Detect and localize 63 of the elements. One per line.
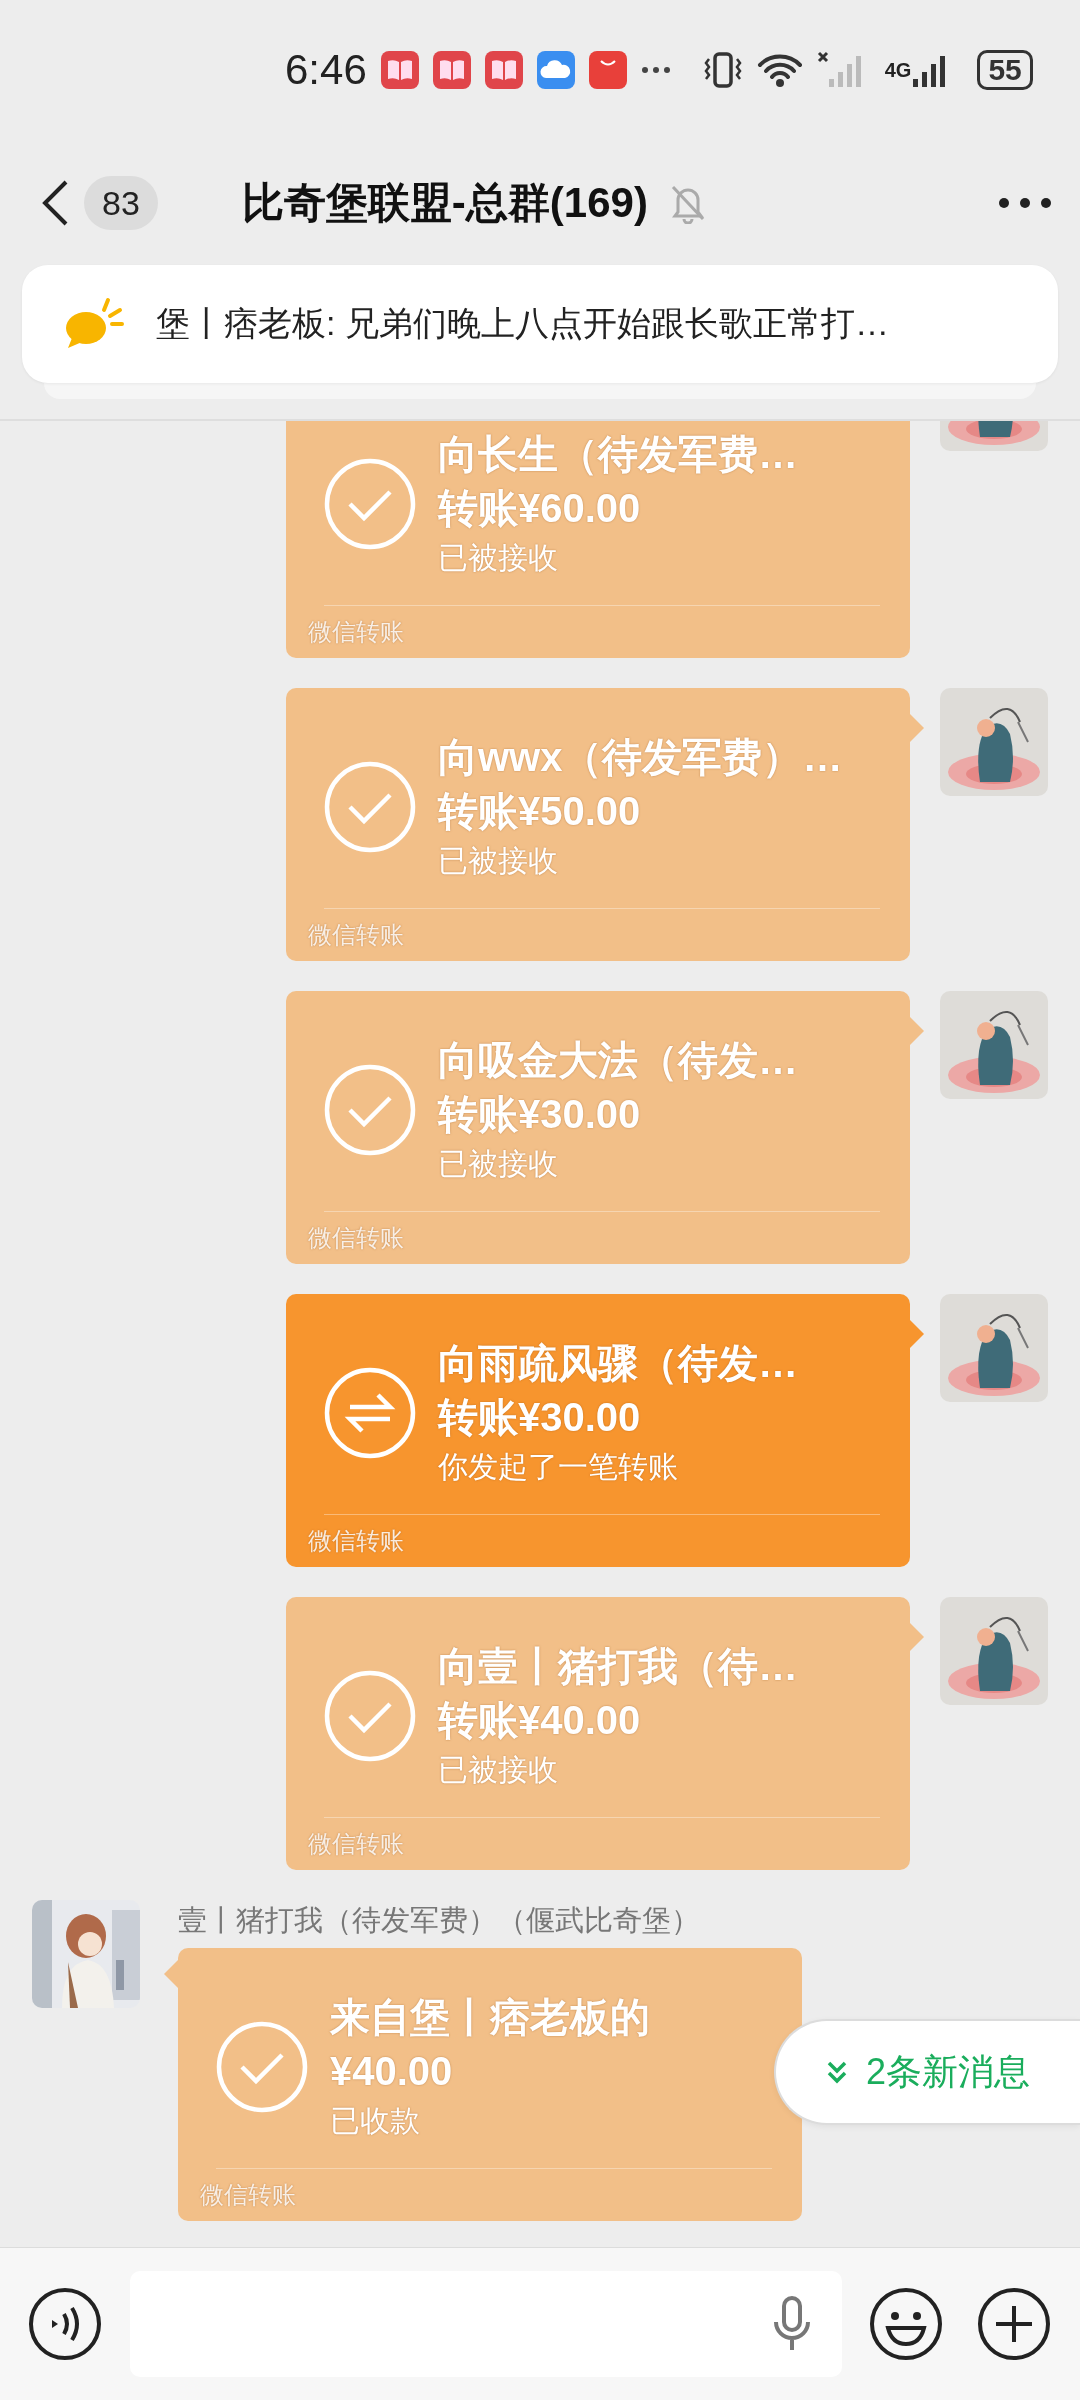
transfer-amount: ¥40.00 bbox=[330, 2048, 454, 2095]
check-circle-icon bbox=[324, 458, 416, 550]
emoji-button[interactable] bbox=[868, 2286, 944, 2362]
transfer-status: 已收款 bbox=[330, 2103, 421, 2139]
vibrate-icon bbox=[702, 51, 743, 89]
check-circle-icon bbox=[324, 1670, 416, 1762]
transfer-card[interactable]: 来自堡丨痞老板的 ¥40.00 已收款 微信转账 bbox=[178, 1948, 802, 2221]
transfer-amount: 转账¥50.00 bbox=[438, 788, 642, 835]
transfer-title: 向长生（待发军费… bbox=[438, 431, 798, 478]
message-input-field[interactable] bbox=[130, 2271, 842, 2377]
network-type: 4G bbox=[884, 60, 912, 80]
transfer-source: 微信转账 bbox=[308, 1526, 404, 1556]
transfer-source: 微信转账 bbox=[308, 1829, 404, 1859]
battery-level: 55 bbox=[977, 50, 1033, 90]
transfer-amount: 转账¥30.00 bbox=[438, 1091, 642, 1138]
bubble-tail bbox=[910, 714, 924, 742]
sender-name: 壹丨猪打我（待发军费）（偃武比奇堡） bbox=[178, 1903, 701, 1938]
transfer-card[interactable]: 向wwx（待发军费）… 转账¥50.00 已被接收 微信转账 bbox=[286, 688, 910, 961]
transfer-status: 已被接收 bbox=[438, 540, 559, 576]
bubble-tail bbox=[910, 1623, 924, 1651]
shopping-bag-app-icon bbox=[588, 51, 627, 89]
check-circle-icon bbox=[324, 761, 416, 853]
transfer-title: 向吸金大法（待发… bbox=[438, 1037, 798, 1084]
transfer-title: 向壹丨猪打我（待… bbox=[438, 1643, 798, 1690]
notice-text: 堡丨痞老板: 兄弟们晚上八点开始跟长歌正常打… bbox=[156, 303, 889, 344]
more-notifications-icon bbox=[640, 65, 671, 75]
transfer-source: 微信转账 bbox=[200, 2180, 296, 2210]
transfer-title: 来自堡丨痞老板的 bbox=[330, 1994, 650, 2041]
transfer-title: 向雨疏风骤（待发… bbox=[438, 1340, 798, 1387]
transfer-card[interactable]: 向壹丨猪打我（待… 转账¥40.00 已被接收 微信转账 bbox=[286, 1597, 910, 1870]
transfer-status: 已被接收 bbox=[438, 843, 559, 879]
transfer-status: 你发起了一笔转账 bbox=[438, 1449, 679, 1485]
bubble-tail bbox=[910, 1017, 924, 1045]
transfer-amount: 转账¥60.00 bbox=[438, 485, 642, 532]
swap-arrows-icon bbox=[324, 1367, 416, 1459]
transfer-status: 已被接收 bbox=[438, 1752, 559, 1788]
unread-count: 83 bbox=[84, 175, 158, 230]
transfer-source: 微信转账 bbox=[308, 617, 404, 647]
transfer-source: 微信转账 bbox=[308, 1223, 404, 1253]
new-messages-button[interactable]: 2条新消息 bbox=[774, 2019, 1080, 2125]
cloud-app-icon bbox=[536, 51, 575, 89]
microphone-icon[interactable] bbox=[772, 2296, 812, 2352]
book-app-icon bbox=[432, 51, 471, 89]
transfer-card[interactable]: 向长生（待发军费… 转账¥60.00 已被接收 微信转账 bbox=[286, 421, 910, 658]
pinned-notice-card[interactable]: 堡丨痞老板: 兄弟们晚上八点开始跟长歌正常打… bbox=[22, 265, 1058, 383]
check-circle-icon bbox=[324, 1064, 416, 1156]
double-chevron-icon bbox=[826, 2059, 848, 2085]
book-app-icon bbox=[380, 51, 419, 89]
add-button[interactable] bbox=[976, 2286, 1052, 2362]
more-button[interactable] bbox=[998, 196, 1052, 209]
transfer-title: 向wwx（待发军费）… bbox=[438, 734, 843, 781]
transfer-status: 已被接收 bbox=[438, 1146, 559, 1182]
transfer-card[interactable]: 向吸金大法（待发… 转账¥30.00 已被接收 微信转账 bbox=[286, 991, 910, 1264]
bubble-tail bbox=[910, 1320, 924, 1348]
transfer-amount: 转账¥40.00 bbox=[438, 1697, 642, 1744]
clock: 6:46 bbox=[285, 46, 367, 94]
voice-button[interactable] bbox=[28, 2287, 102, 2361]
book-app-icon bbox=[484, 51, 523, 89]
transfer-source: 微信转账 bbox=[308, 920, 404, 950]
transfer-amount: 转账¥30.00 bbox=[438, 1394, 642, 1441]
check-circle-icon bbox=[216, 2021, 308, 2113]
chat-title: 比奇堡联盟-总群(169) bbox=[241, 177, 648, 228]
transfer-card[interactable]: 向雨疏风骤（待发… 转账¥30.00 你发起了一笔转账 微信转账 bbox=[286, 1294, 910, 1567]
